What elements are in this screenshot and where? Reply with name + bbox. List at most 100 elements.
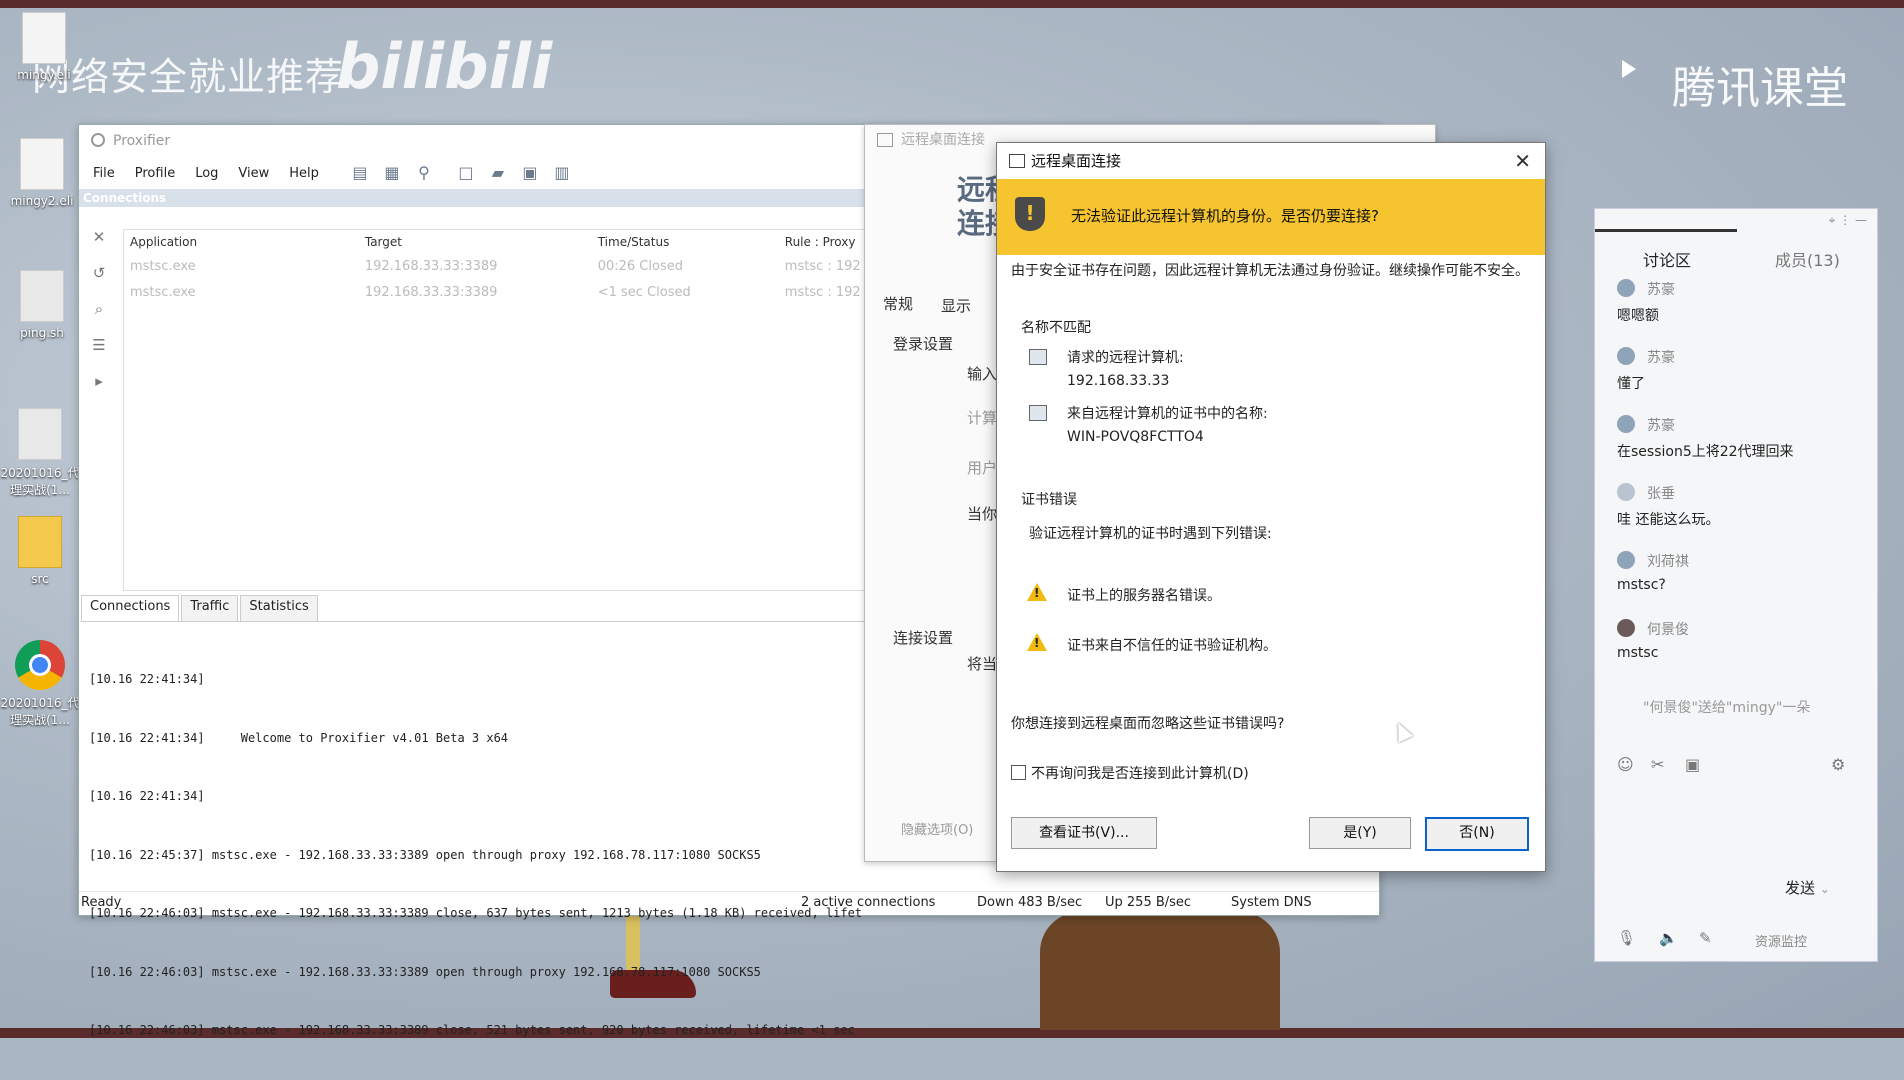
- scissors-icon[interactable]: ✂: [1651, 755, 1664, 774]
- tab-statistics[interactable]: Statistics: [240, 595, 318, 621]
- menu-view[interactable]: View: [238, 166, 269, 181]
- menu-log[interactable]: Log: [195, 166, 218, 181]
- resource-monitor[interactable]: 资源监控: [1755, 931, 1807, 950]
- expand-icon[interactable]: ▸: [91, 373, 107, 389]
- dont-ask-checkbox[interactable]: [1011, 765, 1026, 780]
- avatar: [1617, 415, 1635, 433]
- status-ready: Ready: [81, 895, 122, 910]
- connections-table: Application Target Time/Status Rule : Pr…: [123, 229, 944, 591]
- settings-icon[interactable]: ⚙: [1831, 755, 1845, 774]
- rdp-icon: [877, 133, 893, 147]
- cartoon-barrel: [1040, 912, 1280, 1030]
- close-icon[interactable]: ✕: [1514, 143, 1531, 179]
- hide-options-button[interactable]: 隐藏选项(O): [901, 819, 973, 838]
- requested-value: 192.168.33.33: [1067, 373, 1170, 389]
- message-author: 张垂: [1647, 486, 1675, 502]
- table-row[interactable]: mstsc.exe 192.168.33.33:3389 <1 sec Clos…: [124, 280, 944, 306]
- tab-general[interactable]: 常规: [883, 293, 913, 314]
- rdp-main-title: 远程桌面连接: [901, 132, 985, 148]
- log-output: [10.16 22:41:34] [10.16 22:41:34] Welcom…: [89, 631, 949, 1080]
- avatar: [1617, 347, 1635, 365]
- desktop-icon-src[interactable]: src: [0, 516, 80, 586]
- error-1: 证书上的服务器名错误。: [1067, 588, 1221, 604]
- shield-warning-icon: [1015, 197, 1045, 231]
- desktop-icon-ping[interactable]: ping.sh: [2, 270, 82, 340]
- input-label: 输入: [967, 365, 998, 383]
- message-text: 哇 还能这么玩。: [1617, 512, 1720, 528]
- refresh-icon[interactable]: ↺: [91, 265, 107, 281]
- open-profile-icon[interactable]: ▰: [489, 164, 507, 182]
- menu-profile[interactable]: Profile: [135, 166, 175, 181]
- panel-controls[interactable]: ⌖ ⋮ —: [1829, 213, 1867, 228]
- row-time: 00:26 Closed: [597, 259, 683, 274]
- table-header: Application Target Time/Status Rule : Pr…: [124, 230, 944, 254]
- save-icon[interactable]: ▣: [521, 164, 539, 182]
- table-row[interactable]: mstsc.exe 192.168.33.33:3389 00:26 Close…: [124, 254, 944, 280]
- status-down: Down 483 B/sec: [977, 895, 1083, 910]
- desktop-icon-video1[interactable]: 20201016_代理实战(1...: [0, 408, 80, 498]
- dialog-titlebar: 远程桌面连接 ✕: [997, 143, 1545, 179]
- desktop-icon-chrome[interactable]: 20201016_代理实战(1...: [0, 640, 80, 728]
- file-icon: [20, 138, 64, 190]
- column-time-status[interactable]: Time/Status: [598, 230, 785, 254]
- cert-errors-desc: 验证远程计算机的证书时遇到下列错误:: [1029, 526, 1272, 542]
- discussion-header[interactable]: 讨论区: [1643, 247, 1691, 271]
- tab-display[interactable]: 显示: [941, 295, 971, 316]
- yes-button[interactable]: 是(Y): [1309, 817, 1411, 849]
- message-author: 苏豪: [1647, 282, 1675, 298]
- log-line: [10.16 22:46:03] mstsc.exe - 192.168.33.…: [89, 964, 761, 979]
- chevron-down-icon[interactable]: ⌄: [1820, 882, 1830, 896]
- tab-traffic[interactable]: Traffic: [181, 595, 239, 621]
- proxifier-sidebar: ✕ ↺ ⌕ ☰ ▸: [79, 209, 119, 569]
- message-author: 何景俊: [1647, 622, 1689, 638]
- message-text: 懂了: [1617, 376, 1645, 392]
- avatar: [1617, 619, 1635, 637]
- discussion-panel: ⌖ ⋮ — 讨论区 成员(13) 苏豪 嗯嗯额 苏豪 懂了 苏豪 在sessio…: [1594, 208, 1878, 962]
- desktop-icon-label: ping.sh: [20, 326, 64, 340]
- menu-file[interactable]: File: [93, 166, 115, 181]
- new-profile-icon[interactable]: □: [457, 164, 475, 182]
- view-certificate-button[interactable]: 查看证书(V)...: [1011, 817, 1157, 849]
- archive-icon: [18, 408, 62, 460]
- rules-icon[interactable]: ▦: [383, 164, 401, 182]
- status-active-connections: 2 active connections: [801, 895, 936, 910]
- message-author: 苏豪: [1647, 350, 1675, 366]
- connection-settings-label: 连接设置: [893, 629, 954, 647]
- requested-label: 请求的远程计算机:: [1067, 350, 1184, 366]
- no-button[interactable]: 否(N): [1425, 817, 1529, 851]
- dont-ask-label[interactable]: 不再询问我是否连接到此计算机(D): [1031, 763, 1249, 783]
- column-target[interactable]: Target: [365, 230, 598, 254]
- column-application[interactable]: Application: [124, 230, 365, 254]
- tab-connections[interactable]: Connections: [81, 595, 180, 621]
- image-icon[interactable]: ▣: [1685, 755, 1700, 774]
- intro-text: 由于安全证书存在问题，因此远程计算机无法通过身份验证。继续操作可能不安全。: [1011, 263, 1529, 279]
- microphone-icon[interactable]: 🎙: [1617, 929, 1636, 947]
- computer-label: 计算: [967, 409, 998, 427]
- search-icon[interactable]: ⌕: [91, 301, 107, 317]
- send-button[interactable]: 发送 ⌄: [1785, 877, 1830, 898]
- speaker-icon[interactable]: 🔈: [1659, 929, 1678, 947]
- status-bar: Ready 2 active connections Down 483 B/se…: [79, 891, 1379, 914]
- cert-name-label: 来自远程计算机的证书中的名称:: [1067, 406, 1268, 422]
- bilibili-logo: bilibili: [336, 30, 553, 103]
- user-label: 用户: [967, 459, 998, 477]
- list-icon[interactable]: ☰: [91, 337, 107, 353]
- message-text: mstsc?: [1617, 577, 1666, 593]
- desktop-icon-label: 20201016_代理实战(1...: [0, 466, 80, 497]
- emoji-icon[interactable]: ☺: [1617, 755, 1634, 774]
- rdp-icon: [1009, 154, 1025, 168]
- mute-icon[interactable]: ✎: [1699, 929, 1712, 947]
- desktop-icon-label: mingy.eli: [17, 68, 71, 82]
- clipboard-icon[interactable]: ▥: [553, 164, 571, 182]
- desktop-icon-mingy2[interactable]: mingy2.eli: [2, 138, 82, 208]
- proxy-servers-icon[interactable]: ▤: [351, 164, 369, 182]
- members-count[interactable]: 成员(13): [1775, 247, 1840, 271]
- computer-icon: [1029, 349, 1047, 365]
- cert-name-value: WIN-POVQ8FCTTO4: [1067, 429, 1204, 445]
- warning-banner: 无法验证此远程计算机的身份。是否仍要连接?: [997, 179, 1545, 255]
- desktop-icon-mingy[interactable]: mingy.eli: [4, 12, 84, 82]
- menu-help[interactable]: Help: [289, 166, 319, 181]
- certificate-icon: [1029, 405, 1047, 421]
- name-resolution-icon[interactable]: ⚲: [415, 164, 433, 182]
- close-connection-icon[interactable]: ✕: [91, 229, 107, 245]
